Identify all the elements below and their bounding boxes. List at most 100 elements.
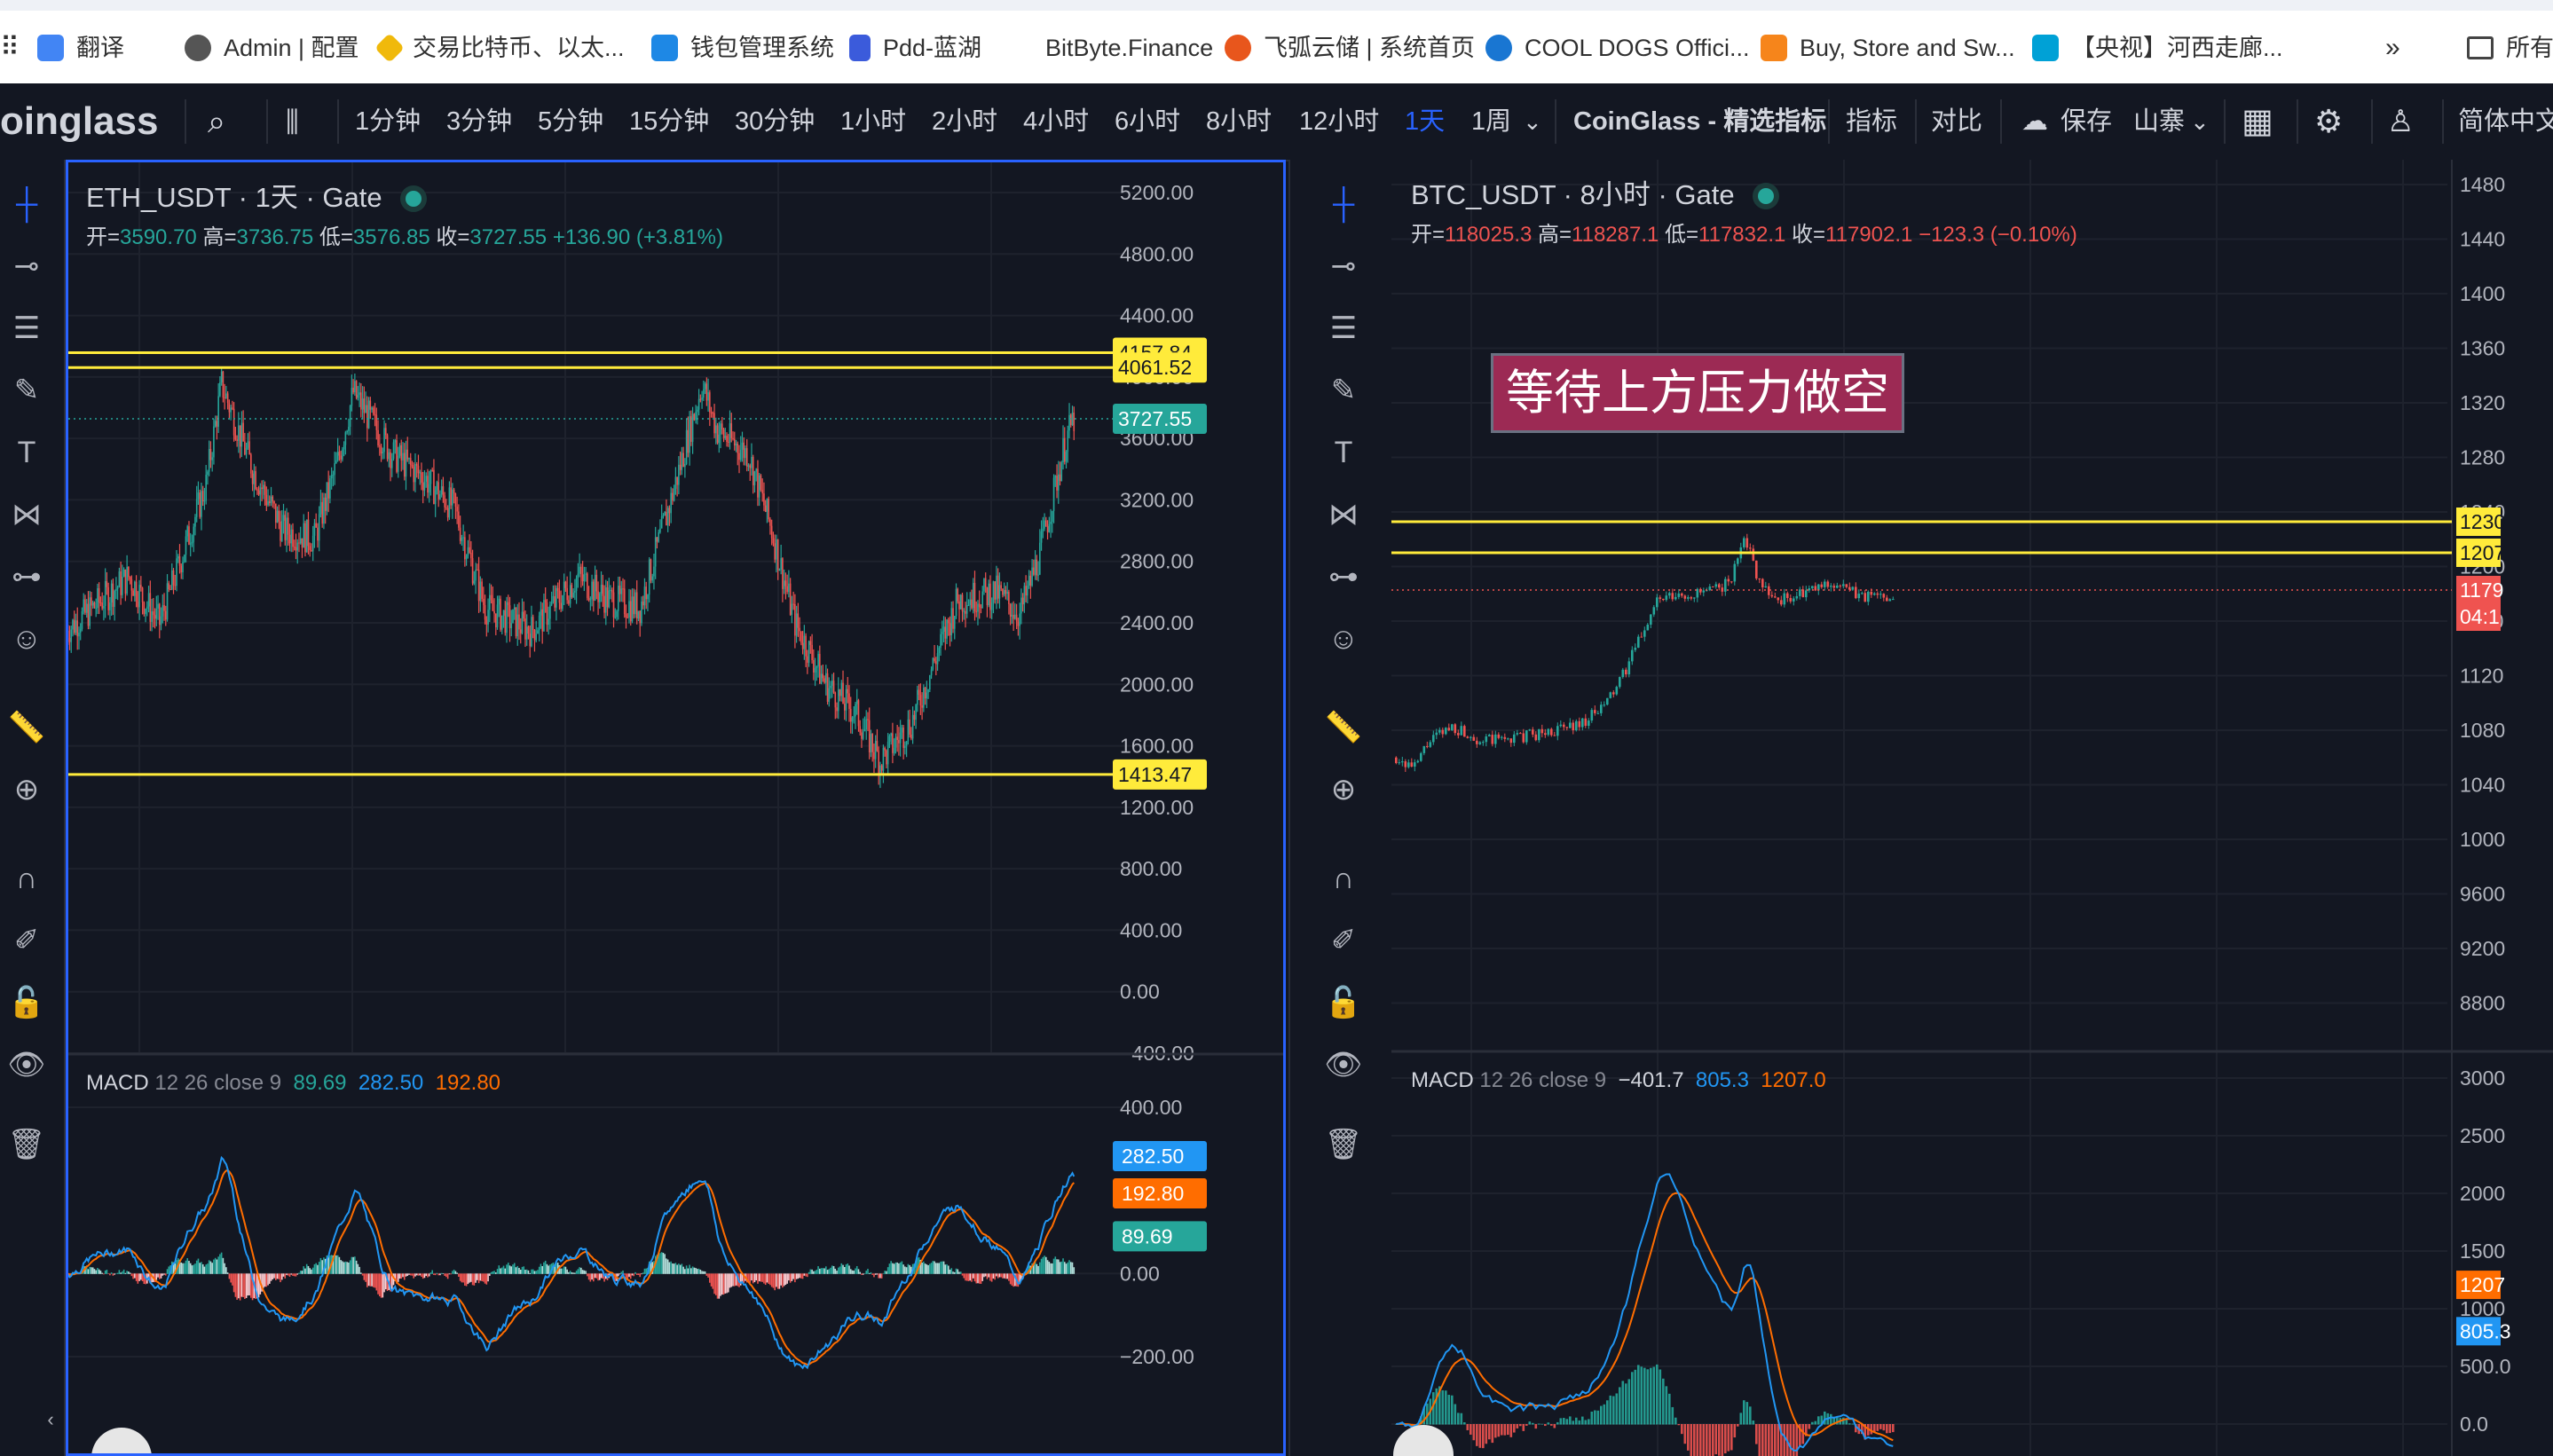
eth-chart-canvas[interactable]: 5200.004800.004400.004000.003600.003200.… <box>68 162 1286 1456</box>
brush-icon[interactable]: ✎ <box>1317 364 1370 417</box>
ruler-icon[interactable]: 📏 <box>0 701 53 754</box>
bookmark-item[interactable]: Buy, Store and Sw... <box>1761 25 2015 71</box>
macd-badge-label: 89.69 <box>1122 1224 1173 1247</box>
compare-button[interactable]: 对比 <box>1931 83 1982 160</box>
magnet-icon[interactable]: ∩ <box>0 852 53 905</box>
gear-icon[interactable]: ⚙ <box>2314 83 2343 160</box>
candle-body <box>1826 581 1830 587</box>
bookmark-item[interactable]: 钱包管理系统 <box>651 25 834 71</box>
candle-body <box>301 538 303 548</box>
trash-icon[interactable]: 🗑 <box>1317 1118 1370 1171</box>
emoji-icon[interactable]: ☺ <box>0 612 53 665</box>
interval-2h[interactable]: 2小时 <box>932 83 997 160</box>
chevron-down-icon[interactable]: ⌄ <box>2190 83 2210 160</box>
annotation-text[interactable]: 等待上方压力做空 <box>1491 353 1904 433</box>
macd-histogram-bar <box>1482 1424 1485 1449</box>
indicator-set-button[interactable]: CoinGlass - 精选指标 <box>1573 83 1826 160</box>
prediction-icon[interactable]: ⊶ <box>0 550 53 603</box>
interval-12h[interactable]: 12小时 <box>1299 83 1379 160</box>
macd-histogram-bar <box>566 1269 568 1274</box>
bookmark-item[interactable]: COOL DOGS Offici... <box>1485 25 1750 71</box>
candle-body <box>569 585 571 604</box>
bookmark-item[interactable]: Admin | 配置 <box>185 25 359 71</box>
interval-8h[interactable]: 8小时 <box>1206 83 1272 160</box>
bookmark-item[interactable]: 交易比特币、以太... <box>374 25 625 71</box>
macd-legend[interactable]: MACD 12 26 close 9 89.69 282.50 192.80 <box>86 1071 500 1096</box>
save-button[interactable]: 保存 <box>2061 83 2112 160</box>
bookmark-item[interactable]: Pdd-蓝湖 <box>849 25 981 71</box>
text-icon[interactable]: T <box>0 426 53 479</box>
crosshair-icon[interactable]: ┼ <box>1317 177 1370 231</box>
trash-icon[interactable]: 🗑 <box>0 1118 53 1171</box>
macd-hist-value: 89.69 <box>293 1071 347 1095</box>
lock-drawing-icon[interactable]: ✐ <box>0 914 53 967</box>
language-selector[interactable]: 简体中文 <box>2458 83 2553 160</box>
zoom-in-icon[interactable]: ⊕ <box>1317 763 1370 816</box>
prediction-icon[interactable]: ⊶ <box>1317 550 1370 603</box>
indicators-button[interactable]: 指标 <box>1846 83 1897 160</box>
chart-pane-eth[interactable]: 5200.004800.004400.004000.003600.003200.… <box>66 160 1286 1456</box>
lock-icon[interactable]: 🔓 <box>1317 976 1370 1029</box>
interval-1h[interactable]: 1小时 <box>840 83 906 160</box>
fib-lines-icon[interactable]: ☰ <box>0 302 53 355</box>
interval-6h[interactable]: 6小时 <box>1115 83 1180 160</box>
macd-tick-label: 1000 <box>2460 1297 2505 1320</box>
pattern-icon[interactable]: ⋈ <box>0 488 53 541</box>
macd-histogram-bar <box>819 1268 821 1274</box>
candle-body <box>1652 607 1656 615</box>
more-bookmarks-icon[interactable]: » <box>2385 25 2400 71</box>
macd-histogram-bar <box>595 1273 598 1279</box>
bookmark-item[interactable]: 飞弧云储 | 系统首页 <box>1225 25 1475 71</box>
bookmark-item[interactable]: BitByte.Finance <box>1045 25 1213 71</box>
ruler-icon[interactable]: 📏 <box>1317 701 1370 754</box>
eye-icon[interactable]: 👁 <box>0 1038 53 1091</box>
interval-1m[interactable]: 1分钟 <box>355 83 421 160</box>
interval-5m[interactable]: 5分钟 <box>538 83 603 160</box>
fib-lines-icon[interactable]: ☰ <box>1317 302 1370 355</box>
trendline-icon[interactable]: ⊸ <box>1317 240 1370 293</box>
bookmark-item[interactable]: 【央视】河西走廊... <box>2032 25 2283 71</box>
candle-body <box>359 392 360 396</box>
chart-title[interactable]: BTC_USDT · 8小时 · Gate <box>1411 172 1775 212</box>
bookmark-item[interactable]: 翻译 <box>37 25 124 71</box>
brush-icon[interactable]: ✎ <box>0 364 53 417</box>
candle-body <box>1410 762 1414 767</box>
macd-histogram-bar <box>1706 1424 1708 1456</box>
candle-body <box>270 496 272 504</box>
collapse-toolbar-icon[interactable]: ‹ <box>37 1393 64 1446</box>
interval-3m[interactable]: 3分钟 <box>446 83 512 160</box>
cloud-upload-icon[interactable]: ☁ <box>2021 83 2048 160</box>
zoom-in-icon[interactable]: ⊕ <box>0 763 53 816</box>
candle-style-icon[interactable]: ⫼ <box>286 83 299 160</box>
layout-grid-icon[interactable]: ▦ <box>2242 83 2273 160</box>
crosshair-icon[interactable]: ┼ <box>0 177 53 231</box>
chevron-down-icon[interactable]: ⌄ <box>1523 83 1542 160</box>
chart-pane-btc[interactable]: 1480144014001360132012801240120011601120… <box>1391 160 2553 1456</box>
interval-4h[interactable]: 4小时 <box>1023 83 1089 160</box>
interval-1w[interactable]: 1周 <box>1471 83 1511 160</box>
apps-grid-icon[interactable]: ⠿ <box>0 25 20 71</box>
pattern-icon[interactable]: ⋈ <box>1317 488 1370 541</box>
candle-body <box>560 602 562 610</box>
interval-30m[interactable]: 30分钟 <box>735 83 815 160</box>
altcoin-dropdown[interactable]: 山寨 <box>2133 83 2185 160</box>
magnet-icon[interactable]: ∩ <box>1317 852 1370 905</box>
interval-1d[interactable]: 1天 <box>1405 83 1445 160</box>
macd-legend[interactable]: MACD 12 26 close 9 −401.7 805.3 1207.0 <box>1411 1068 1826 1093</box>
interval-15m[interactable]: 15分钟 <box>629 83 709 160</box>
candle-body <box>930 669 933 676</box>
chart-title[interactable]: ETH_USDT · 1天 · Gate <box>86 175 422 215</box>
bookmark-folder-all[interactable]: 所有 <box>2467 25 2553 71</box>
trendline-icon[interactable]: ⊸ <box>0 240 53 293</box>
text-icon[interactable]: T <box>1317 426 1370 479</box>
candle-body <box>408 458 410 460</box>
emoji-icon[interactable]: ☺ <box>1317 612 1370 665</box>
user-icon[interactable]: ♙ <box>2387 83 2414 160</box>
macd-histogram-bar <box>379 1273 381 1296</box>
lock-drawing-icon[interactable]: ✐ <box>1317 914 1370 967</box>
eye-icon[interactable]: 👁 <box>1317 1038 1370 1091</box>
lock-icon[interactable]: 🔓 <box>0 976 53 1029</box>
macd-histogram-bar <box>941 1261 943 1274</box>
coinglass-logo[interactable]: oinglass <box>0 83 159 160</box>
search-icon[interactable]: ⌕ <box>208 83 225 160</box>
